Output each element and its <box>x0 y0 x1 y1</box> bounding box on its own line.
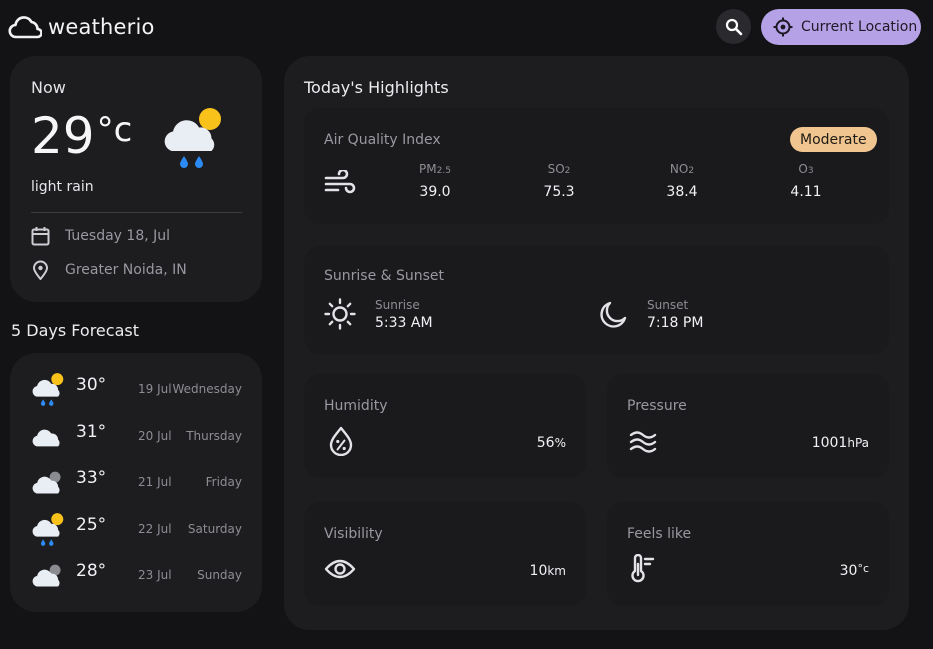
pressure-value: 1001hPa <box>811 435 869 451</box>
logo[interactable]: weatherio <box>8 14 155 40</box>
forecast-heading: 5 Days Forecast <box>11 321 139 340</box>
aqi-item-value: 4.11 <box>790 184 822 200</box>
cloud-icon <box>30 418 66 454</box>
aqi-item-name: PM2.5 <box>419 162 451 176</box>
humidity-drop-icon <box>329 426 353 456</box>
forecast-weekday: Friday <box>205 475 242 489</box>
forecast-date: 23 Jul <box>138 568 172 582</box>
forecast-card: 30° 19 Jul Wednesday 31° 20 Jul Thursday 33° 21… <box>10 353 262 612</box>
cloud-logo-icon <box>8 16 42 39</box>
forecast-temp: 28° <box>76 561 107 581</box>
current-location-button[interactable]: Current Location <box>761 9 921 45</box>
sun-icon <box>324 298 356 330</box>
forecast-temp: 30° <box>76 375 107 395</box>
now-heading: Now <box>31 78 66 97</box>
aqi-item: PM2.5 39.0 <box>399 162 471 200</box>
cloud-moon-icon <box>30 464 66 500</box>
location-row: Greater Noida, IN <box>31 260 187 280</box>
sunrise-time: 5:33 AM <box>375 315 433 331</box>
forecast-date: 22 Jul <box>138 521 172 536</box>
date-row: Tuesday 18, Jul <box>31 226 170 246</box>
moon-icon <box>600 301 627 328</box>
eye-icon <box>324 559 356 579</box>
weather-condition: light rain <box>31 179 94 195</box>
aqi-item-name: SO2 <box>547 162 571 176</box>
visibility-card: Visibility 10km <box>304 502 586 606</box>
pressure-card: Pressure 1001hPa <box>607 374 889 478</box>
aqi-item-value: 38.4 <box>666 184 698 200</box>
wind-icon <box>324 170 356 194</box>
humidity-title: Humidity <box>324 398 388 414</box>
aqi-item: SO2 75.3 <box>523 162 595 200</box>
thermometer-icon <box>631 554 655 583</box>
pressure-title: Pressure <box>627 398 687 414</box>
feels-like-title: Feels like <box>627 526 692 542</box>
visibility-title: Visibility <box>324 526 383 542</box>
rain-sun-icon <box>164 108 221 168</box>
forecast-row: 28° 23 Jul Sunday <box>30 557 242 593</box>
forecast-temp: 25° <box>76 514 107 535</box>
air-quality-title: Air Quality Index <box>324 132 441 148</box>
logo-text: weatherio <box>48 15 155 39</box>
current-temperature: 29 °c <box>31 107 133 165</box>
aqi-item-name: O3 <box>798 162 814 176</box>
sunset-label: Sunset <box>647 298 689 312</box>
air-quality-card: Air Quality Index Moderate PM2.5 39.0 SO2 7… <box>304 108 889 224</box>
divider <box>31 212 242 213</box>
forecast-temp: 31° <box>76 421 107 442</box>
search-button[interactable] <box>716 9 751 44</box>
highlights-heading: Today's Highlights <box>304 78 449 97</box>
forecast-weekday: Sunday <box>197 568 242 582</box>
rain-sun-icon <box>30 511 66 547</box>
aqi-item-name: NO2 <box>669 162 695 176</box>
aqi-item-value: 75.3 <box>543 184 575 200</box>
forecast-date: 21 Jul <box>138 475 172 489</box>
forecast-row: 31° 20 Jul Thursday <box>30 418 242 454</box>
current-date: Tuesday 18, Jul <box>65 228 171 244</box>
aqi-status-badge: Moderate <box>790 127 877 152</box>
current-location-label: Current Location <box>801 19 918 35</box>
forecast-row: 30° 19 Jul Wednesday <box>30 371 242 407</box>
aqi-item-value: 39.0 <box>419 184 451 200</box>
sunrise-label: Sunrise <box>375 298 420 312</box>
rain-sun-icon <box>30 371 66 407</box>
calendar-icon <box>31 227 50 246</box>
forecast-weekday: Saturday <box>187 521 242 536</box>
forecast-row: 33° 21 Jul Friday <box>30 464 242 500</box>
current-location: Greater Noida, IN <box>65 262 187 278</box>
forecast-date: 19 Jul <box>138 382 172 396</box>
humidity-card: Humidity 56% <box>304 374 586 478</box>
waves-icon <box>629 431 657 453</box>
forecast-weekday: Thursday <box>186 428 242 443</box>
cloud-moon-icon <box>30 557 66 593</box>
current-weather-card: Now 29 °c light rain Tuesday 18, Jul Gre… <box>10 56 262 302</box>
sunrise-sunset-card: Sunrise & Sunset Sunrise 5:33 AM Sunset … <box>304 246 889 354</box>
search-icon <box>725 18 742 35</box>
aqi-item: NO2 38.4 <box>646 162 718 200</box>
highlights-card: Today's Highlights Air Quality Index Mod… <box>284 56 909 630</box>
location-pin-icon <box>32 260 49 280</box>
crosshair-icon <box>773 17 793 37</box>
feels-like-card: Feels like 30°c <box>607 502 889 606</box>
forecast-row: 25° 22 Jul Saturday <box>30 511 242 547</box>
humidity-value: 56% <box>536 435 566 451</box>
aqi-item: O3 4.11 <box>770 162 842 200</box>
feels-like-value: 30°c <box>839 562 869 579</box>
forecast-weekday: Wednesday <box>172 382 242 396</box>
sunset-time: 7:18 PM <box>647 315 704 331</box>
sunrise-sunset-title: Sunrise & Sunset <box>324 268 445 284</box>
visibility-value: 10km <box>529 563 566 579</box>
forecast-date: 20 Jul <box>138 428 172 443</box>
forecast-temp: 33° <box>76 468 107 488</box>
